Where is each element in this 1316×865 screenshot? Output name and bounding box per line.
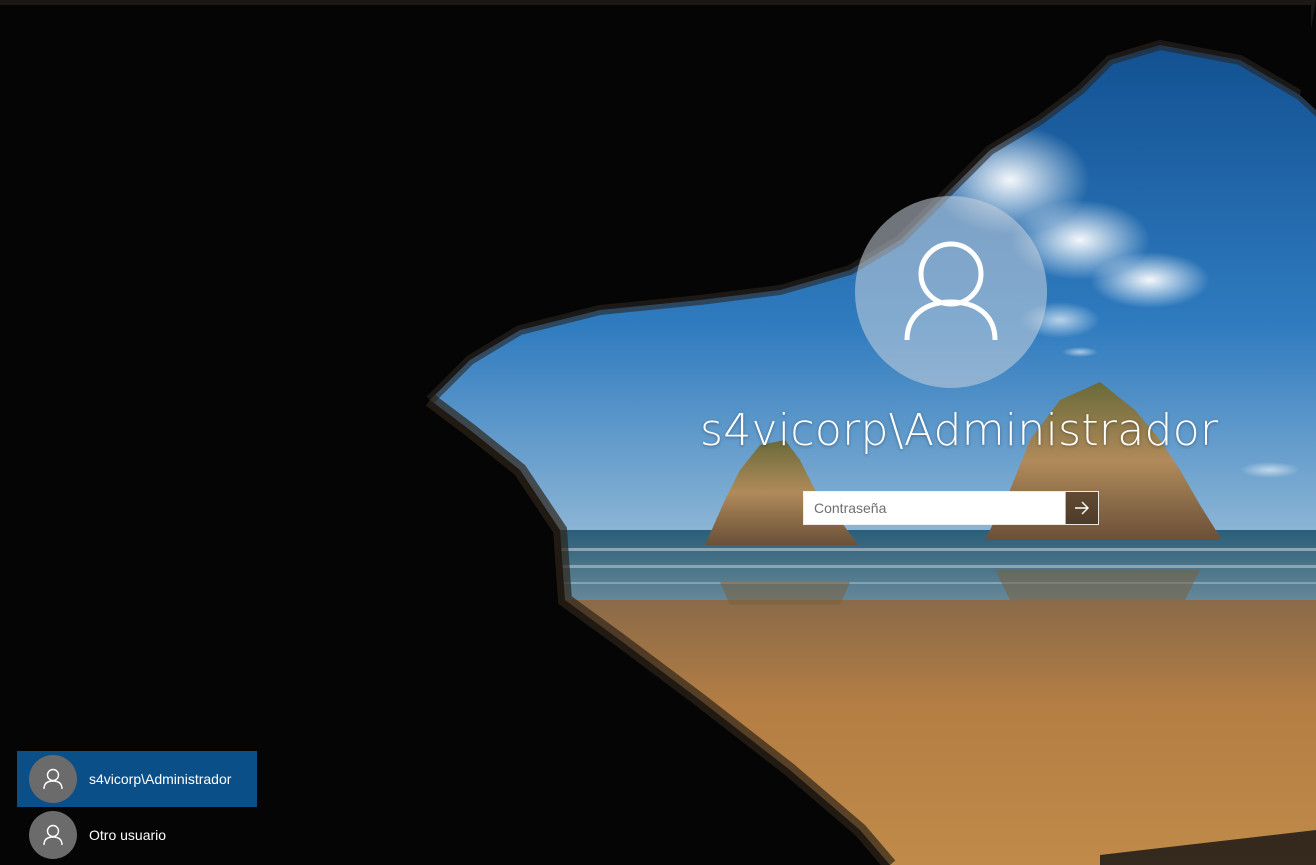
avatar (29, 811, 77, 859)
password-input[interactable] (804, 492, 1065, 524)
user-list-item-label: Otro usuario (89, 827, 167, 843)
lock-screen: s4vicorp\Administrador s4vicorp\Administ… (0, 0, 1316, 865)
user-avatar-large (855, 196, 1047, 388)
user-icon (904, 241, 998, 341)
user-list-item-label: s4vicorp\Administrador (89, 771, 232, 787)
submit-button[interactable] (1065, 492, 1098, 524)
user-icon (43, 824, 63, 846)
user-list-item-administrador[interactable]: s4vicorp\Administrador (17, 751, 257, 807)
arrow-right-icon (1075, 501, 1089, 515)
user-icon (43, 768, 63, 790)
user-list-item-otro-usuario[interactable]: Otro usuario (17, 807, 257, 863)
user-switcher-list: s4vicorp\Administrador Otro usuario (17, 751, 257, 863)
current-username: s4vicorp\Administrador (700, 405, 1219, 456)
password-form (803, 491, 1099, 525)
avatar (29, 755, 77, 803)
